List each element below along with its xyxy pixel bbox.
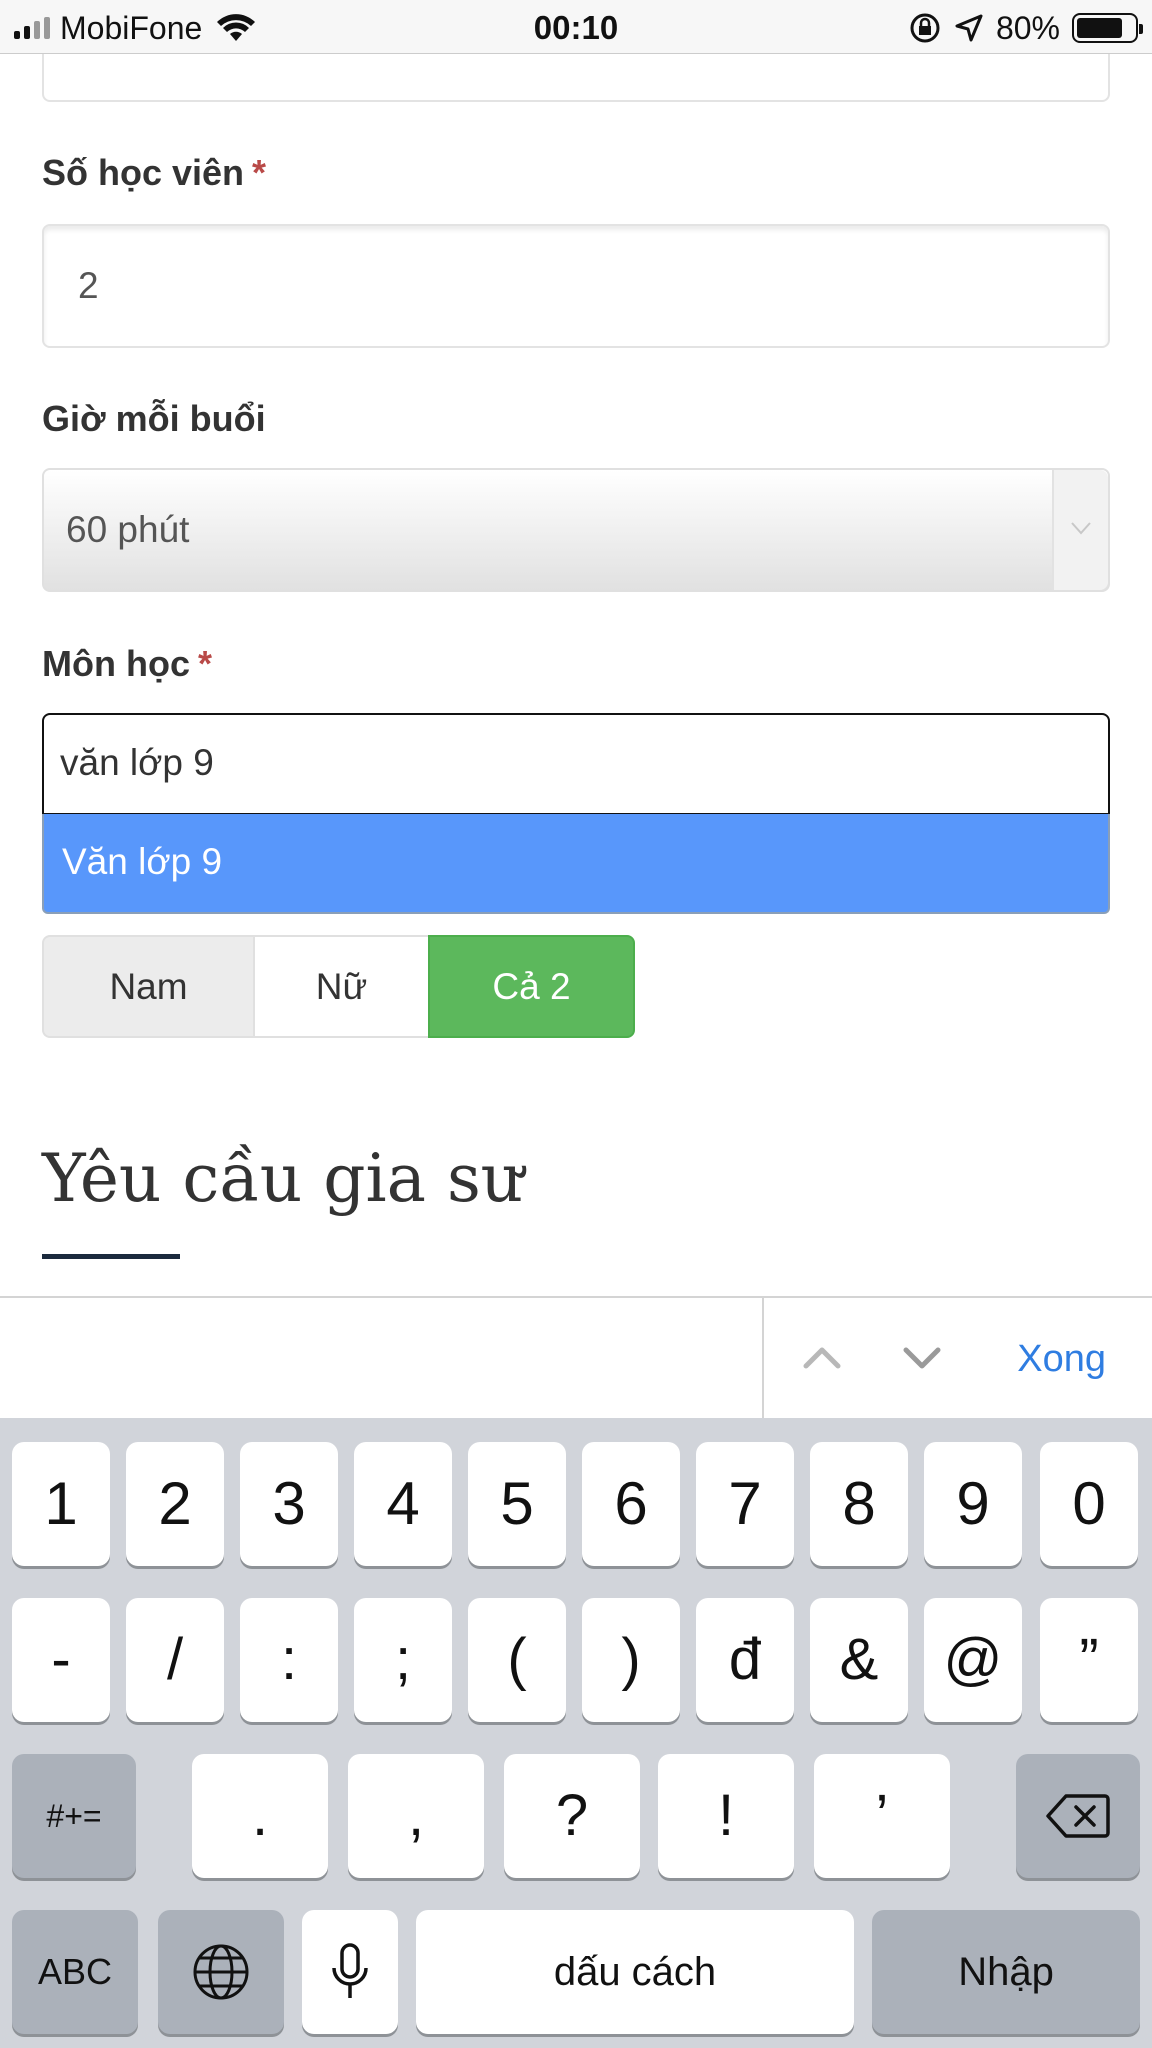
key-5[interactable]: 5 <box>468 1442 566 1566</box>
backspace-icon <box>1046 1794 1110 1838</box>
subject-search-input[interactable]: văn lớp 9 <box>42 713 1110 815</box>
key-more-symbols[interactable]: #+= <box>12 1754 136 1878</box>
key-8[interactable]: 8 <box>810 1442 908 1566</box>
keyboard-accessory-bar: Xong <box>0 1296 1152 1420</box>
keyboard: 1 2 3 4 5 6 7 8 9 0 - / : ; ( ) đ & @ ” … <box>0 1418 1152 2048</box>
done-button[interactable]: Xong <box>1017 1298 1106 1420</box>
battery-percent: 80% <box>995 9 1060 46</box>
key-colon[interactable]: : <box>240 1598 338 1722</box>
students-label: Số học viên * <box>42 152 267 193</box>
return-key[interactable]: Nhập <box>872 1910 1140 2034</box>
key-3[interactable]: 3 <box>240 1442 338 1566</box>
section-title: Yêu cầu gia sư <box>42 1140 524 1217</box>
divider <box>762 1298 764 1420</box>
delete-key[interactable] <box>1016 1754 1140 1878</box>
gender-toggle-group: Nam Nữ Cả 2 <box>42 935 635 1038</box>
required-mark: * <box>197 643 212 684</box>
chevron-down-icon[interactable] <box>900 1336 944 1380</box>
key-open-paren[interactable]: ( <box>468 1598 566 1722</box>
key-7[interactable]: 7 <box>696 1442 794 1566</box>
key-at[interactable]: @ <box>924 1598 1022 1722</box>
key-slash[interactable]: / <box>126 1598 224 1722</box>
key-question[interactable]: ? <box>504 1754 640 1878</box>
key-d-stroke[interactable]: đ <box>696 1598 794 1722</box>
key-1[interactable]: 1 <box>12 1442 110 1566</box>
key-9[interactable]: 9 <box>924 1442 1022 1566</box>
select-arrow[interactable] <box>1052 470 1108 590</box>
hours-selected-value: 60 phút <box>66 509 190 550</box>
chevron-up-icon[interactable] <box>800 1336 844 1380</box>
subject-label: Môn học * <box>42 643 212 684</box>
section-underline <box>42 1254 180 1259</box>
key-quote[interactable]: ” <box>1040 1598 1138 1722</box>
key-exclamation[interactable]: ! <box>658 1754 794 1878</box>
status-bar: MobiFone 00:10 80% <box>0 0 1152 54</box>
required-mark: * <box>252 152 267 193</box>
hours-label: Giờ mỗi buổi <box>42 398 266 439</box>
key-abc[interactable]: ABC <box>12 1910 138 2034</box>
key-close-paren[interactable]: ) <box>582 1598 680 1722</box>
hours-select[interactable]: 60 phút <box>42 468 1110 592</box>
location-arrow-icon <box>955 14 983 42</box>
chevron-down-icon <box>1071 522 1091 535</box>
mic-key[interactable] <box>302 1910 398 2034</box>
key-comma[interactable]: , <box>348 1754 484 1878</box>
key-semicolon[interactable]: ; <box>354 1598 452 1722</box>
key-2[interactable]: 2 <box>126 1442 224 1566</box>
microphone-icon <box>332 1943 368 1998</box>
key-6[interactable]: 6 <box>582 1442 680 1566</box>
rotation-lock-icon <box>910 13 940 43</box>
key-period[interactable]: . <box>192 1754 328 1878</box>
space-key[interactable]: dấu cách <box>416 1910 854 2034</box>
gender-male-button[interactable]: Nam <box>42 935 253 1038</box>
key-0[interactable]: 0 <box>1040 1442 1138 1566</box>
gender-both-button[interactable]: Cả 2 <box>428 935 635 1038</box>
key-4[interactable]: 4 <box>354 1442 452 1566</box>
key-ampersand[interactable]: & <box>810 1598 908 1722</box>
globe-key[interactable] <box>158 1910 284 2034</box>
key-dash[interactable]: - <box>12 1598 110 1722</box>
globe-icon <box>193 1944 249 2000</box>
subject-option[interactable]: Văn lớp 9 <box>42 814 1110 914</box>
gender-female-button[interactable]: Nữ <box>253 935 428 1038</box>
battery-icon <box>1072 13 1143 43</box>
students-input[interactable]: 2 <box>42 224 1110 348</box>
key-apostrophe[interactable]: ’ <box>814 1754 950 1878</box>
